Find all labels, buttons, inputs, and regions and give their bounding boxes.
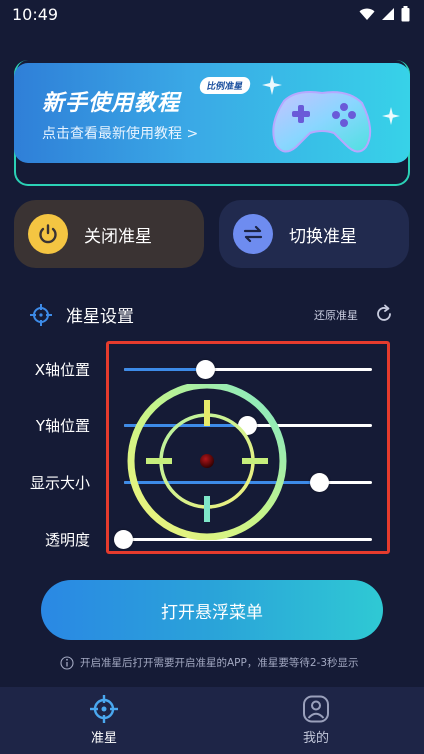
crosshair-icon [90, 695, 118, 723]
banner-title: 新手使用教程 [42, 91, 181, 116]
refresh-icon[interactable] [374, 304, 394, 324]
bottom-nav: 准星 我的 [0, 687, 424, 754]
switch-crosshair-button[interactable]: 切换准星 [219, 200, 409, 268]
settings-title: 准星设置 [66, 307, 134, 327]
signal-icon [382, 8, 394, 20]
annotation-highlight-box [106, 341, 390, 554]
notice-text: 开启准星后打开需要开启准星的APP，准星要等待2-3秒显示 [80, 657, 359, 669]
crosshair-icon [30, 303, 52, 326]
nav-item-crosshair[interactable]: 准星 [90, 695, 118, 746]
wifi-icon [359, 8, 375, 20]
user-icon [303, 695, 329, 723]
swap-icon [233, 214, 273, 254]
toggle-crosshair-label: 关闭准星 [84, 226, 152, 247]
slider-label: 透明度 [44, 531, 90, 549]
status-icons [359, 6, 410, 22]
nav-item-profile[interactable]: 我的 [302, 695, 330, 746]
status-bar: 10:49 [0, 0, 424, 30]
slider-label: Y轴位置 [35, 417, 90, 435]
nav-label: 准星 [90, 731, 117, 746]
switch-crosshair-label: 切换准星 [289, 226, 357, 247]
notice: 开启准星后打开需要开启准星的APP，准星要等待2-3秒显示 [60, 655, 359, 670]
slider-label: 显示大小 [29, 474, 90, 492]
settings-header: 准星设置 [30, 302, 134, 327]
banner-badge: 比例准星 [198, 77, 252, 94]
banner-subtitle: 点击查看最新使用教程 > [42, 126, 199, 142]
slider-label: X轴位置 [34, 361, 90, 379]
status-time: 10:49 [12, 5, 59, 24]
battery-icon [401, 6, 410, 22]
power-icon [28, 214, 68, 254]
nav-label: 我的 [302, 731, 329, 746]
gamepad-icon [272, 91, 372, 153]
sparkle-icon [382, 107, 400, 125]
open-floating-menu-button[interactable]: 打开悬浮菜单 [41, 580, 383, 640]
reset-crosshair-button[interactable]: 还原准星 [314, 307, 358, 323]
toggle-crosshair-button[interactable]: 关闭准星 [14, 200, 204, 268]
info-icon [60, 655, 74, 670]
tutorial-banner[interactable]: 新手使用教程 比例准星 点击查看最新使用教程 > [14, 63, 410, 163]
